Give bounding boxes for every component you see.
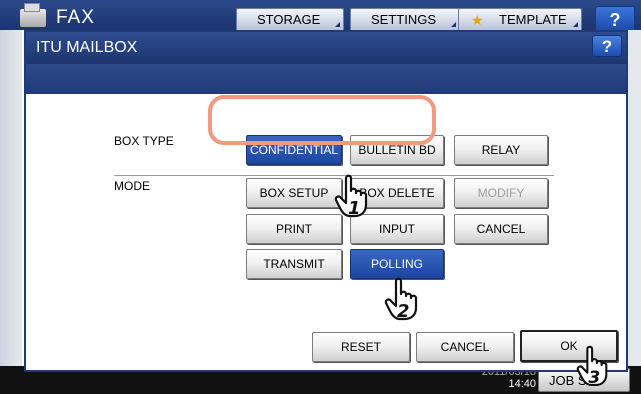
mode-modify-button[interactable]: MODIFY: [454, 178, 548, 208]
corner-arrow-icon: [335, 22, 340, 27]
cancel-button[interactable]: CANCEL: [416, 332, 514, 362]
box-type-divider: [114, 175, 554, 176]
background-title: FAX: [56, 7, 95, 28]
box-type-label: BOX TYPE: [114, 134, 174, 148]
reset-button[interactable]: RESET: [312, 332, 410, 362]
mode-print-button[interactable]: PRINT: [246, 214, 342, 244]
tab-settings-label: SETTINGS: [371, 12, 437, 27]
corner-arrow-icon: [573, 22, 578, 27]
mode-box-setup-button[interactable]: BOX SETUP: [246, 178, 342, 208]
dialog-title: ITU MAILBOX: [36, 39, 138, 56]
star-icon: ★: [471, 12, 484, 28]
fax-icon: [20, 3, 46, 27]
background-panel-left: [0, 30, 22, 394]
box-type-confidential-button[interactable]: CONFIDENTIAL: [246, 135, 342, 165]
mode-cancel-button[interactable]: CANCEL: [454, 214, 548, 244]
mode-label: MODE: [114, 179, 150, 193]
tab-settings[interactable]: SETTINGS: [350, 8, 460, 30]
ok-button[interactable]: OK: [520, 330, 618, 362]
mode-input-button[interactable]: INPUT: [350, 214, 444, 244]
dialog-subbar: [26, 64, 626, 94]
tab-template-label: TEMPLATE: [499, 12, 567, 27]
background-header: FAX STORAGE SETTINGS ★ TEMPLATE ?: [0, 0, 641, 32]
corner-arrow-icon: [451, 22, 456, 27]
tab-template[interactable]: ★ TEMPLATE: [458, 8, 582, 30]
mode-polling-button[interactable]: POLLING: [350, 249, 444, 279]
itu-mailbox-dialog: ITU MAILBOX ? BOX TYPE MODE CONFIDENTIAL…: [24, 30, 628, 372]
box-type-bulletin-bd-button[interactable]: BULLETIN BD: [350, 135, 444, 165]
dialog-titlebar: ITU MAILBOX ?: [26, 32, 626, 64]
help-button[interactable]: ?: [592, 35, 622, 57]
background-help-button[interactable]: ?: [595, 6, 635, 32]
background-panel-right: [628, 30, 641, 394]
mode-box-delete-button[interactable]: BOX DELETE: [350, 178, 444, 208]
mode-transmit-button[interactable]: TRANSMIT: [246, 249, 342, 279]
tab-storage-label: STORAGE: [257, 12, 321, 27]
tab-storage[interactable]: STORAGE: [236, 8, 344, 30]
box-type-relay-button[interactable]: RELAY: [454, 135, 548, 165]
time-text: 14:40: [508, 378, 536, 390]
